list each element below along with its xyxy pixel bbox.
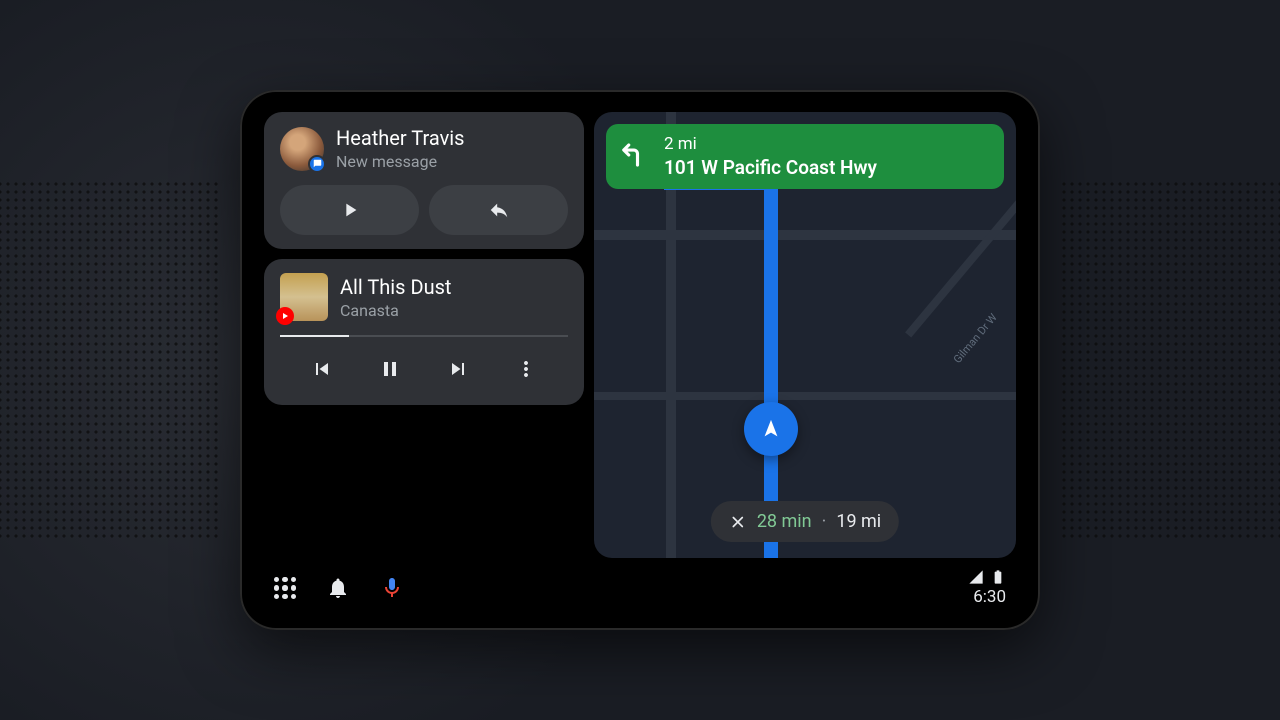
message-header: Heather Travis New message	[280, 126, 568, 171]
apps-grid-icon	[274, 577, 296, 599]
message-text: Heather Travis New message	[336, 126, 464, 171]
voice-assistant-button[interactable]	[380, 576, 404, 600]
infotainment-display: Heather Travis New message	[240, 90, 1040, 630]
navigation-map[interactable]: Gilman Dr W 2 mi 101 W Pacific Coast Hwy…	[594, 112, 1016, 558]
battery-icon	[990, 569, 1006, 585]
home-screen: Heather Travis New message	[264, 112, 1016, 558]
skip-previous-icon	[310, 357, 334, 381]
play-icon	[339, 199, 361, 221]
eta-time: 28 min	[757, 511, 812, 532]
notifications-button[interactable]	[326, 576, 350, 600]
sender-avatar	[280, 127, 324, 171]
left-column: Heather Travis New message	[264, 112, 584, 558]
music-card[interactable]: All This Dust Canasta	[264, 259, 584, 405]
track-artist: Canasta	[340, 301, 451, 320]
app-launcher-button[interactable]	[274, 577, 296, 599]
music-progress-fill	[280, 335, 349, 337]
eta-chip[interactable]: 28 min · 19 mi	[711, 501, 899, 542]
skip-next-icon	[446, 357, 470, 381]
reply-message-button[interactable]	[429, 185, 568, 235]
system-bar-right: 6:30	[968, 569, 1006, 607]
navigation-road-name: 101 W Pacific Coast Hwy	[664, 156, 877, 179]
clock: 6:30	[973, 587, 1006, 607]
previous-track-button[interactable]	[304, 351, 340, 387]
more-vert-icon	[514, 357, 538, 381]
music-progress-track[interactable]	[280, 335, 568, 337]
microphone-icon	[380, 576, 404, 600]
system-bar: 6:30	[264, 558, 1016, 612]
sender-name: Heather Travis	[336, 126, 464, 150]
system-bar-left	[274, 576, 404, 600]
message-actions	[280, 185, 568, 235]
pause-button[interactable]	[372, 351, 408, 387]
album-art	[280, 273, 328, 321]
navigation-distance: 2 mi	[664, 134, 877, 154]
track-title: All This Dust	[340, 275, 451, 299]
bell-icon	[326, 576, 350, 600]
music-overflow-button[interactable]	[508, 351, 544, 387]
youtube-music-badge-icon	[276, 307, 294, 325]
current-position-marker	[744, 402, 798, 456]
navigation-banner[interactable]: 2 mi 101 W Pacific Coast Hwy	[606, 124, 1004, 189]
music-header: All This Dust Canasta	[280, 273, 568, 321]
music-controls	[280, 347, 568, 391]
navigation-banner-text: 2 mi 101 W Pacific Coast Hwy	[664, 134, 877, 179]
eta-separator: ·	[822, 511, 827, 532]
signal-icon	[968, 569, 984, 585]
next-track-button[interactable]	[440, 351, 476, 387]
turn-left-icon	[620, 140, 650, 174]
navigation-arrow-icon	[760, 418, 782, 440]
reply-icon	[488, 199, 510, 221]
play-message-button[interactable]	[280, 185, 419, 235]
message-card[interactable]: Heather Travis New message	[264, 112, 584, 249]
music-text: All This Dust Canasta	[340, 275, 451, 320]
messages-app-badge-icon	[308, 155, 326, 173]
message-subtitle: New message	[336, 152, 464, 171]
cross-street-label: Gilman Dr W	[951, 311, 1000, 366]
pause-icon	[378, 357, 402, 381]
eta-distance: 19 mi	[836, 511, 881, 532]
close-icon[interactable]	[729, 513, 747, 531]
status-icons	[968, 569, 1006, 585]
